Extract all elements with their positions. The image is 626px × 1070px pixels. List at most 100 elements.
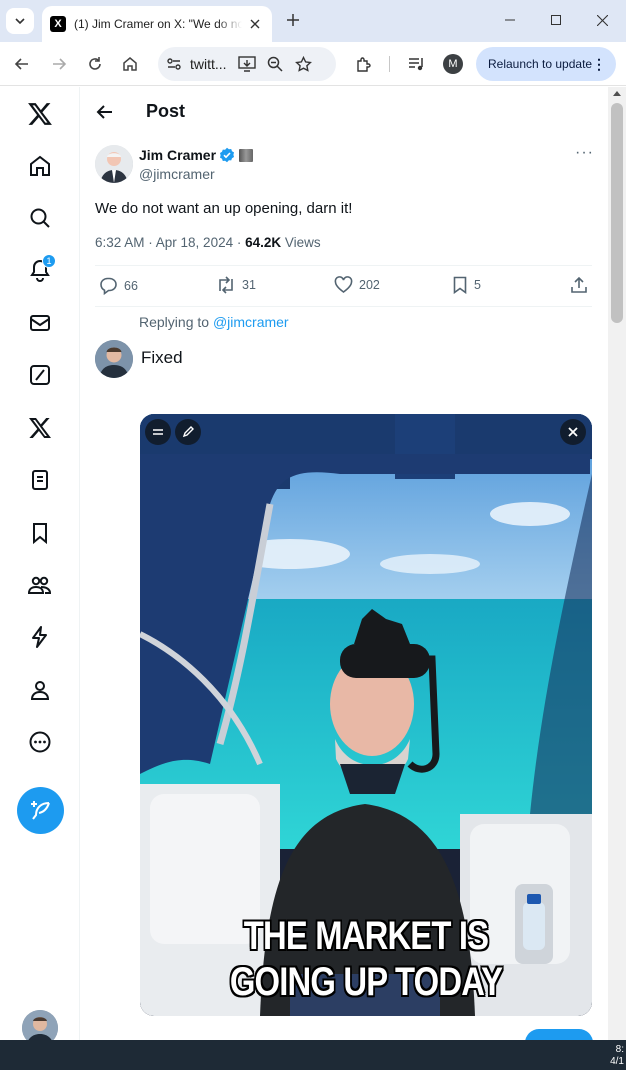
more-options-button[interactable]: ···	[575, 144, 594, 162]
views-count: 64.2K	[245, 235, 282, 250]
feather-plus-icon	[30, 800, 50, 820]
relaunch-button[interactable]: Relaunch to update ⋮	[476, 47, 616, 81]
install-app-icon[interactable]	[236, 53, 258, 75]
puzzle-icon	[356, 56, 371, 72]
zoom-icon[interactable]	[264, 53, 286, 75]
extensions-button[interactable]	[350, 51, 376, 77]
pencil-icon	[182, 426, 194, 438]
reply-author-avatar[interactable]	[95, 340, 133, 378]
x-logo-icon	[28, 103, 52, 125]
close-icon	[568, 427, 578, 437]
browser-toolbar: twitt... M Relaunch to update ⋮	[0, 42, 626, 86]
post-timestamp[interactable]: 6:32 AM · Apr 18, 2024 ·	[95, 235, 245, 250]
nav-grok[interactable]	[20, 355, 60, 395]
maximize-button[interactable]	[541, 8, 571, 32]
bookmark-icon	[453, 276, 467, 294]
nav-home[interactable]	[20, 146, 60, 186]
heart-icon	[334, 276, 353, 293]
address-bar[interactable]: twitt...	[158, 47, 336, 81]
tab-close-button[interactable]	[246, 15, 264, 33]
reply-submit-button[interactable]	[525, 1029, 593, 1040]
profile-avatar[interactable]: M	[443, 54, 463, 74]
post-action-bar: 66 31 202 5	[95, 266, 592, 306]
nav-profile[interactable]	[20, 670, 60, 710]
edit-image-button[interactable]	[175, 419, 201, 445]
relaunch-label: Relaunch to update	[488, 57, 593, 71]
image-alt-button[interactable]	[145, 419, 171, 445]
reload-button[interactable]	[82, 51, 108, 77]
bookmark-count: 5	[474, 278, 481, 292]
replying-to: Replying to @jimcramer	[139, 314, 289, 330]
arrow-right-icon	[53, 58, 67, 70]
nav-lists[interactable]	[20, 460, 60, 500]
lightning-icon	[32, 626, 47, 648]
grok-icon	[30, 365, 50, 385]
back-button[interactable]	[93, 100, 117, 124]
back-button[interactable]	[9, 51, 35, 77]
reply-text-input[interactable]: Fixed	[141, 348, 183, 368]
arrow-left-icon	[96, 105, 112, 119]
tab-search-button[interactable]	[6, 8, 34, 34]
browser-tab-bar: X (1) Jim Cramer on X: "We do not want a…	[0, 0, 626, 42]
forward-button[interactable]	[46, 51, 72, 77]
notification-badge: 1	[42, 254, 56, 268]
close-icon	[250, 19, 260, 29]
nav-verified-orgs[interactable]	[20, 617, 60, 657]
clock-time: 8:	[615, 1044, 624, 1055]
views-label: Views	[281, 235, 321, 250]
post-text: We do not want an up opening, darn it!	[95, 200, 353, 217]
equals-icon	[153, 429, 163, 435]
remove-image-button[interactable]	[560, 419, 586, 445]
like-button[interactable]: 202	[334, 276, 380, 294]
nav-premium[interactable]	[20, 408, 60, 448]
share-icon	[571, 276, 587, 293]
page-scrollbar[interactable]	[608, 87, 626, 1040]
home-button[interactable]	[117, 51, 143, 77]
page-title: Post	[146, 101, 186, 121]
media-controls-button[interactable]	[403, 51, 429, 77]
like-count: 202	[359, 278, 380, 292]
minimize-button[interactable]	[495, 8, 525, 32]
repost-icon	[219, 276, 233, 294]
nav-bookmarks[interactable]	[20, 513, 60, 553]
reply-button[interactable]: 66	[99, 276, 138, 295]
window-close-button[interactable]	[587, 8, 617, 32]
kebab-menu-icon[interactable]: ⋮	[592, 56, 606, 73]
share-button[interactable]	[570, 276, 594, 294]
browser-tab[interactable]: X (1) Jim Cramer on X: "We do not want a…	[42, 6, 272, 42]
reply-count: 66	[124, 278, 138, 293]
toolbar-separator	[389, 56, 390, 72]
os-taskbar: 8: 4/1	[0, 1040, 626, 1070]
nav-explore[interactable]	[20, 198, 60, 238]
bookmark-star-icon[interactable]	[292, 53, 314, 75]
author-handle[interactable]: @jimcramer	[139, 166, 215, 182]
bookmark-icon	[33, 523, 47, 545]
author-avatar[interactable]	[95, 145, 133, 183]
x-logo-link[interactable]	[20, 94, 60, 134]
nav-more[interactable]	[20, 722, 60, 762]
post-header: Post	[81, 87, 608, 137]
more-circle-icon	[29, 731, 51, 753]
replying-handle-link[interactable]: @jimcramer	[213, 314, 289, 330]
repost-button[interactable]: 31	[216, 276, 256, 294]
chevron-down-icon	[15, 18, 25, 25]
compose-post-button[interactable]	[17, 787, 64, 834]
scroll-up-arrow[interactable]	[613, 91, 621, 96]
author-name[interactable]: Jim Cramer	[139, 147, 216, 163]
nav-messages[interactable]	[20, 303, 60, 343]
nav-communities[interactable]	[20, 565, 60, 605]
divider	[95, 306, 592, 307]
new-tab-button[interactable]	[283, 10, 303, 30]
nav-notifications[interactable]: 1	[20, 250, 60, 290]
main-column: Post Jim Cramer @jimcramer ··· We do not…	[81, 87, 608, 1040]
search-icon	[30, 208, 50, 228]
maximize-icon	[551, 15, 561, 25]
person-icon	[30, 681, 50, 700]
reply-bubble-icon	[100, 277, 117, 295]
taskbar-clock[interactable]: 8: 4/1	[610, 1044, 624, 1068]
post-meta: 6:32 AM · Apr 18, 2024 · 64.2K Views	[95, 235, 321, 250]
scroll-thumb[interactable]	[611, 103, 623, 323]
affiliate-badge-icon	[239, 148, 254, 162]
bookmark-button[interactable]: 5	[452, 276, 481, 294]
meme-caption-line-2: GOING UP TODAY	[229, 960, 503, 1004]
